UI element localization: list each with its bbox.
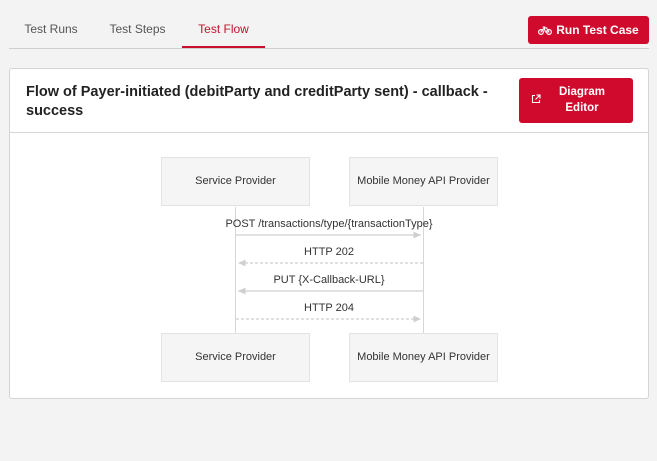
- bicycle-icon: [538, 26, 553, 35]
- message-label-2: HTTP 202: [304, 246, 354, 258]
- message-label-1: POST /transactions/type/{transactionType…: [225, 218, 433, 230]
- message-label-4: HTTP 204: [304, 302, 354, 314]
- sequence-diagram: [235, 207, 424, 334]
- run-test-case-label: Run Test Case: [556, 23, 639, 37]
- tab-test-runs[interactable]: Test Runs: [9, 11, 93, 48]
- run-test-case-button[interactable]: Run Test Case: [528, 16, 649, 44]
- tab-test-flow[interactable]: Test Flow: [182, 11, 265, 48]
- actor-mobile-money-api-provider-bottom: Mobile Money API Provider: [349, 333, 498, 382]
- test-flow-panel: Flow of Payer-initiated (debitParty and …: [9, 68, 649, 399]
- actor-service-provider-top: Service Provider: [161, 157, 310, 206]
- tab-test-steps[interactable]: Test Steps: [96, 11, 179, 48]
- actor-mobile-money-api-provider-top: Mobile Money API Provider: [349, 157, 498, 206]
- message-label-3: PUT {X-Callback-URL}: [273, 274, 385, 286]
- actor-service-provider-bottom: Service Provider: [161, 333, 310, 382]
